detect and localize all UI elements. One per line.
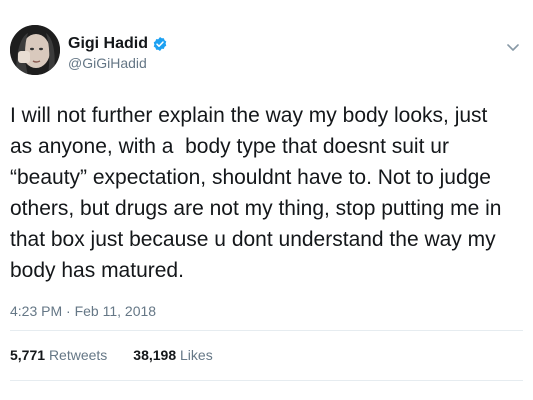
tweet-header: Gigi Hadid @GiGiHadid: [10, 25, 523, 85]
tweet-stats: 5,771 Retweets 38,198 Likes: [10, 347, 213, 363]
avatar-photo: [10, 25, 60, 75]
chevron-down-icon[interactable]: [505, 39, 521, 55]
avatar[interactable]: [10, 25, 60, 75]
likes-label: Likes: [180, 347, 213, 363]
likes-stat[interactable]: 38,198 Likes: [133, 347, 212, 363]
retweets-count: 5,771: [10, 347, 46, 363]
verified-badge-icon: [153, 37, 167, 51]
user-handle[interactable]: @GiGiHadid: [68, 55, 168, 71]
divider: [10, 330, 523, 331]
tweet-card: Gigi Hadid @GiGiHadid I will not further…: [0, 0, 533, 400]
user-info: Gigi Hadid @GiGiHadid: [68, 35, 168, 71]
divider: [10, 380, 523, 381]
retweets-stat[interactable]: 5,771 Retweets: [10, 347, 107, 363]
likes-count: 38,198: [133, 347, 177, 363]
retweets-label: Retweets: [48, 347, 108, 363]
name-row: Gigi Hadid: [68, 35, 168, 53]
tweet-text: I will not further explain the way my bo…: [10, 104, 502, 282]
display-name[interactable]: Gigi Hadid: [68, 35, 148, 53]
tweet-timestamp[interactable]: 4:23 PM · Feb 11, 2018: [10, 303, 156, 319]
